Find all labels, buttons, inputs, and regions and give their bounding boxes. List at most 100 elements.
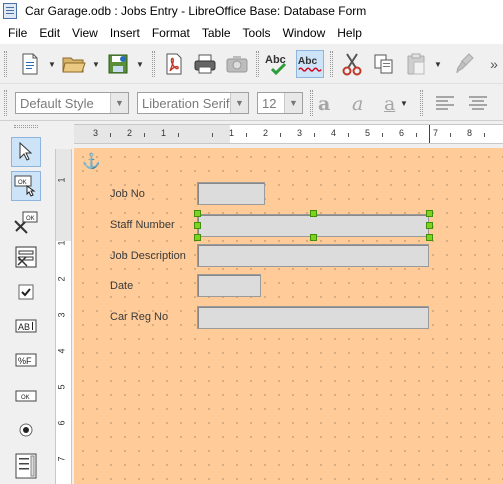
bold-icon[interactable]: a	[318, 93, 330, 115]
design-mode-toggle[interactable]: OK	[11, 171, 41, 201]
chevron-down-icon[interactable]: ▼	[136, 60, 144, 69]
paintbrush-icon	[456, 53, 474, 74]
horizontal-ruler-mark: 6	[399, 128, 405, 138]
chevron-down-icon[interactable]: ▼	[400, 99, 408, 108]
svg-text:OK: OK	[26, 216, 35, 222]
list-box-tool-button[interactable]	[11, 451, 41, 481]
checkbox-tool-button[interactable]	[11, 277, 41, 307]
clipboard-icon	[407, 53, 425, 75]
pdf-icon	[166, 53, 182, 75]
toolbar-grip[interactable]	[4, 51, 7, 77]
export-pdf-button[interactable]	[160, 50, 188, 78]
underline-icon[interactable]: a	[384, 93, 395, 115]
date-field[interactable]	[197, 274, 261, 297]
spelling-button[interactable]: Abc	[264, 50, 292, 78]
option-button-tool-button[interactable]	[11, 415, 41, 445]
car-reg-no-label[interactable]: Car Reg No	[110, 311, 168, 323]
svg-text:OK: OK	[21, 395, 30, 401]
selection-handle[interactable]	[194, 234, 201, 241]
paste-button[interactable]	[402, 50, 430, 78]
open-button[interactable]	[60, 50, 88, 78]
chevron-down-icon[interactable]: ▼	[92, 60, 100, 69]
auto-spellcheck-toggle[interactable]: Abc	[296, 50, 324, 78]
align-left-icon[interactable]	[436, 96, 456, 113]
selection-handle[interactable]	[194, 210, 201, 217]
clone-formatting-button[interactable]	[452, 50, 480, 78]
libreoffice-base-window: Car Garage.odb : Jobs Entry - LibreOffic…	[0, 0, 503, 484]
select-tool-button[interactable]	[11, 137, 41, 167]
form-properties-button[interactable]	[11, 242, 41, 272]
formatting-toolbar: Default Style ▼ Liberation Serif ▼ 12 ▼ …	[0, 85, 503, 121]
date-label[interactable]: Date	[110, 280, 133, 292]
pointer-arrow-icon	[19, 142, 33, 161]
car-reg-no-field[interactable]	[197, 306, 429, 329]
horizontal-ruler[interactable]: 3 2 1 1 2 3 4 5 6 7 8	[74, 124, 503, 144]
font-size-combo[interactable]: 12 ▼	[257, 92, 303, 114]
selection-handle[interactable]	[310, 234, 317, 241]
selection-handle[interactable]	[426, 234, 433, 241]
toolbar-grip[interactable]	[14, 125, 38, 128]
italic-icon[interactable]: a	[352, 93, 363, 115]
toolbar-separator	[152, 51, 155, 77]
form-design-canvas[interactable]: ⚓ Job No Staff Number Job Description Da…	[74, 148, 503, 484]
form-properties-icon	[15, 246, 37, 268]
vertical-ruler-mark: 1	[56, 177, 67, 183]
staff-number-label[interactable]: Staff Number	[110, 219, 175, 231]
new-document-button[interactable]	[16, 50, 44, 78]
job-description-label[interactable]: Job Description	[110, 250, 186, 262]
ellipsis-icon: »	[490, 56, 498, 72]
text-box-tool-button[interactable]: AB	[11, 311, 41, 341]
menu-edit[interactable]: Edit	[33, 22, 66, 44]
horizontal-ruler-mark: 7	[433, 128, 439, 138]
anchor-icon[interactable]: ⚓	[82, 152, 101, 170]
paragraph-style-combo[interactable]: Default Style ▼	[15, 92, 129, 114]
design-mode-icon: OK	[14, 175, 36, 197]
print-preview-button[interactable]	[223, 50, 251, 78]
menu-window[interactable]: Window	[277, 22, 332, 44]
job-no-label[interactable]: Job No	[110, 188, 145, 200]
menu-tools[interactable]: Tools	[237, 22, 277, 44]
selection-handle[interactable]	[194, 222, 201, 229]
chevron-down-icon[interactable]: ▼	[230, 93, 248, 113]
ruler-indent-marker[interactable]	[429, 125, 430, 143]
chevron-down-icon[interactable]: ▼	[110, 93, 128, 113]
horizontal-ruler-mark: 1	[161, 128, 167, 138]
push-button-tool-button[interactable]: OK	[11, 381, 41, 411]
save-icon	[108, 54, 128, 74]
print-button[interactable]	[191, 50, 219, 78]
selection-handle[interactable]	[426, 210, 433, 217]
chevron-down-icon[interactable]: ▼	[284, 93, 302, 113]
spellcheck-icon: Abc	[265, 54, 287, 76]
menu-help[interactable]: Help	[331, 22, 368, 44]
menu-table[interactable]: Table	[196, 22, 237, 44]
formatted-field-tool-button[interactable]: %F	[11, 345, 41, 375]
selection-handle[interactable]	[310, 210, 317, 217]
more-options-button[interactable]: »	[480, 50, 503, 78]
toolbar-separator	[310, 90, 313, 116]
horizontal-ruler-mark: 2	[263, 128, 269, 138]
control-properties-button[interactable]: OK	[11, 209, 41, 239]
align-center-icon[interactable]	[469, 96, 489, 113]
horizontal-ruler-mark: 3	[93, 128, 99, 138]
job-no-field[interactable]	[197, 182, 265, 205]
menu-view[interactable]: View	[66, 22, 104, 44]
menu-bar: File Edit View Insert Format Table Tools…	[0, 22, 503, 44]
menu-format[interactable]: Format	[146, 22, 196, 44]
copy-icon	[374, 54, 393, 74]
ruler-tick	[348, 133, 349, 137]
font-name-combo[interactable]: Liberation Serif ▼	[137, 92, 249, 114]
cut-button[interactable]	[338, 50, 366, 78]
paragraph-style-value: Default Style	[20, 95, 94, 111]
job-description-field[interactable]	[197, 244, 429, 267]
selection-handle[interactable]	[426, 222, 433, 229]
copy-button[interactable]	[370, 50, 398, 78]
chevron-down-icon[interactable]: ▼	[48, 60, 56, 69]
vertical-ruler[interactable]: 1 1 2 3 4 5 6 7	[52, 121, 74, 484]
save-button[interactable]	[104, 50, 132, 78]
horizontal-ruler-mark: 1	[229, 128, 235, 138]
ruler-tick	[246, 133, 247, 137]
chevron-down-icon[interactable]: ▼	[434, 60, 442, 69]
menu-file[interactable]: File	[2, 22, 33, 44]
toolbar-grip[interactable]	[4, 90, 7, 116]
menu-insert[interactable]: Insert	[104, 22, 146, 44]
